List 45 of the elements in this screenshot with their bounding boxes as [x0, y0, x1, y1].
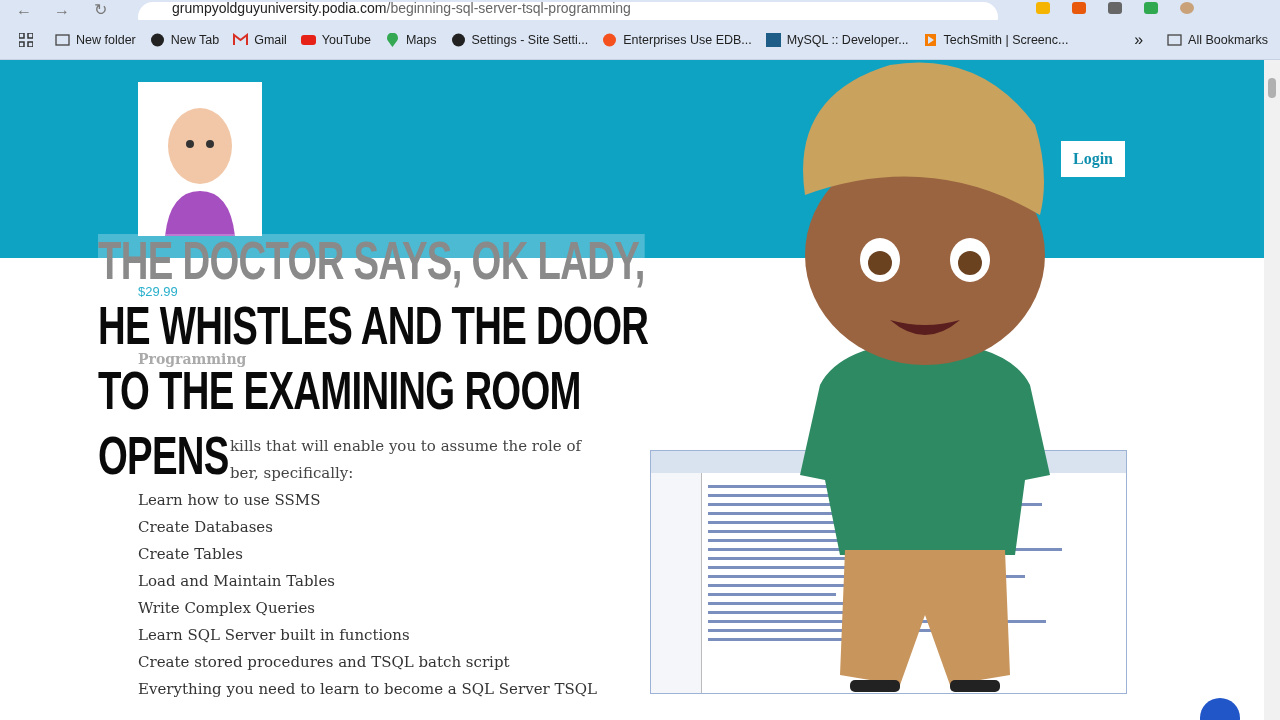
bookmark[interactable]: YouTube — [300, 32, 371, 47]
intro-text: kills that will enable you to assume the role of — [230, 437, 583, 455]
bookmark-icon — [384, 32, 400, 47]
login-button[interactable]: Login — [1061, 141, 1125, 177]
forward-button[interactable]: → — [52, 0, 72, 20]
extension-icon[interactable] — [1144, 2, 1158, 14]
bookmark[interactable]: Enterprises Use EDB... — [602, 32, 752, 47]
apps-grid-icon[interactable] — [19, 32, 33, 47]
bookmark-icon — [450, 32, 466, 47]
bookmark[interactable]: MySQL :: Developer... — [765, 32, 909, 47]
bookmark[interactable]: Gmail — [233, 32, 287, 47]
list-item: Create Databases — [138, 518, 273, 538]
scrollbar-thumb[interactable] — [1268, 78, 1276, 98]
bookmark[interactable]: Maps — [384, 32, 437, 47]
caption-text: HE WHISTLES AND THE DOOR — [98, 299, 649, 351]
list-item: Learn SQL Server built in functions — [138, 626, 410, 646]
bookmark[interactable]: TechSmith | Screenc... — [922, 32, 1069, 47]
bookmark-icon — [300, 32, 316, 47]
reload-button[interactable]: ↻ — [90, 0, 110, 20]
caption-text: OPENS — [98, 429, 229, 481]
bookmark[interactable]: New Tab — [149, 32, 220, 47]
list-item: Create stored procedures and TSQL batch script — [138, 653, 510, 673]
bookmark-icon — [922, 32, 938, 47]
list-item: Write Complex Queries — [138, 599, 315, 619]
all-bookmarks-button[interactable]: All Bookmarks — [1167, 32, 1268, 47]
folder-icon — [55, 32, 70, 47]
bookmark-icon — [765, 32, 781, 47]
address-bar[interactable]: grumpyoldguyuniversity.podia.com/beginning-sql-server-tsql-programming — [138, 2, 998, 20]
bookmark-icon — [602, 32, 618, 47]
course-title: Programming — [138, 353, 247, 365]
intro-text: ber, specifically: — [230, 464, 355, 482]
extension-icon[interactable] — [1072, 2, 1086, 14]
folder-icon — [1167, 32, 1183, 47]
list-item: Load and Maintain Tables — [138, 572, 335, 592]
list-item: Learn how to use SSMS — [138, 491, 321, 511]
back-button[interactable]: ← — [14, 0, 34, 20]
bookmark[interactable]: New folder — [55, 32, 136, 47]
extension-icon[interactable] — [1108, 2, 1122, 14]
list-item: Everything you need to learn to become a SQL Server TSQL — [138, 680, 597, 700]
bookmark[interactable]: Settings - Site Setti... — [450, 32, 589, 47]
bookmark-icon — [233, 32, 249, 47]
more-bookmarks-button[interactable]: » — [1134, 30, 1144, 49]
profile-icon[interactable] — [1180, 2, 1194, 14]
list-item: Create Tables — [138, 545, 243, 565]
bookmark-icon — [149, 32, 165, 47]
